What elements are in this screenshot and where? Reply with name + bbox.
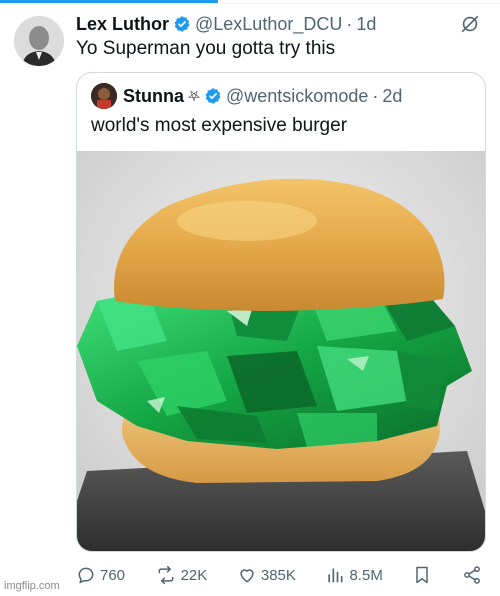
separator-dot: ·: [372, 85, 379, 106]
author-handle[interactable]: @LexLuthor_DCU: [195, 14, 342, 35]
top-divider: [0, 3, 500, 4]
heart-icon: [237, 565, 257, 585]
verified-badge-icon: [204, 87, 222, 105]
views-icon: [325, 565, 345, 585]
tweet-actions-bar: 760 22K 385K 8.5M: [76, 562, 482, 588]
repost-count: 22K: [180, 566, 208, 584]
repost-icon: [155, 565, 177, 585]
reply-count: 760: [100, 566, 126, 584]
bookmark-button[interactable]: [412, 565, 432, 585]
reply-icon: [76, 565, 96, 585]
grok-icon[interactable]: [458, 12, 482, 36]
author-avatar[interactable]: [14, 16, 64, 66]
quoted-tweet-card[interactable]: Stunna ⛧ @wentsickomode · 2d world's mos…: [76, 72, 486, 552]
author-name[interactable]: Lex Luthor: [76, 14, 169, 35]
tweet-text: Yo Superman you gotta try this: [76, 38, 336, 59]
quoted-author-emoji: ⛧: [188, 87, 201, 105]
repost-button[interactable]: 22K: [155, 565, 208, 585]
reply-button[interactable]: 760: [76, 565, 125, 585]
like-count: 385K: [260, 566, 296, 584]
quoted-tweet-time: 2d: [382, 85, 403, 106]
bookmark-icon: [412, 565, 432, 585]
verified-badge-icon: [173, 15, 191, 33]
burger-image[interactable]: [77, 151, 485, 551]
views-count: 8.5M: [349, 566, 383, 584]
quoted-author-handle: @wentsickomode: [226, 85, 369, 106]
separator-dot: ·: [346, 13, 353, 34]
imgflip-watermark: imgflip.com: [4, 580, 60, 592]
share-button[interactable]: [462, 565, 482, 585]
quoted-author-avatar[interactable]: [91, 83, 117, 109]
tweet-header: Lex Luthor @LexLuthor_DCU · 1d: [76, 12, 486, 36]
tweet-time[interactable]: 1d: [356, 14, 376, 35]
like-button[interactable]: 385K: [237, 565, 296, 585]
views-button[interactable]: 8.5M: [325, 565, 383, 585]
quoted-author-name: Stunna: [123, 85, 184, 106]
quoted-tweet-header: Stunna ⛧ @wentsickomode · 2d: [91, 83, 402, 109]
share-icon: [462, 565, 482, 585]
quoted-tweet-text: world's most expensive burger: [91, 115, 348, 136]
